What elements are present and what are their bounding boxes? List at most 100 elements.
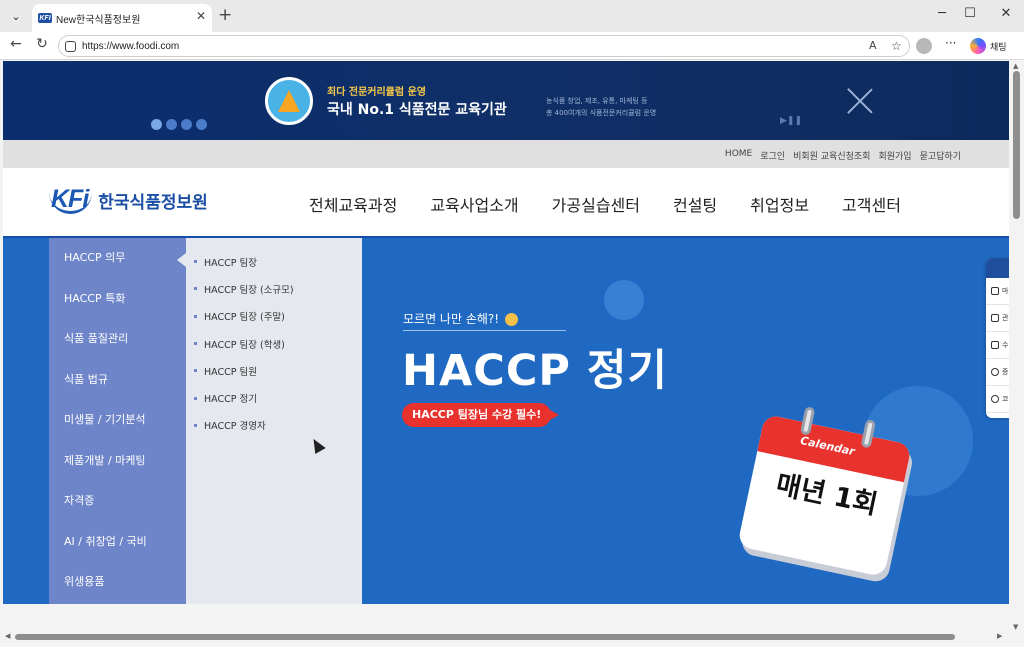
submenu-label: HACCP 팀장 — [204, 257, 257, 269]
decor-circle — [604, 280, 644, 320]
gnb-consulting[interactable]: 컨설팅 — [673, 192, 717, 216]
quick-item[interactable]: 증 — [986, 359, 1009, 386]
submenu-item[interactable]: HACCP 팀장 (학생) — [186, 330, 362, 357]
tab-close-icon[interactable]: ✕ — [196, 9, 206, 23]
quick-item[interactable]: 관 — [986, 305, 1009, 332]
lnb-item-certificate[interactable]: 자격증 — [49, 481, 186, 522]
refresh-icon[interactable]: ↻ — [32, 36, 52, 52]
site-favicon-icon: KFI — [38, 13, 52, 23]
lnb-item-product-dev[interactable]: 제품개발 / 마케팅 — [49, 441, 186, 482]
submenu-label: HACCP 팀장 (소규모) — [204, 284, 294, 296]
lnb-item-microbe[interactable]: 미생물 / 기기분석 — [49, 400, 186, 441]
url-text[interactable]: https://www.foodi.com — [82, 41, 179, 52]
lnb-item-haccp-mandatory[interactable]: HACCP 의무 — [49, 238, 186, 279]
vertical-scroll-thumb[interactable] — [1013, 71, 1020, 219]
quick-item[interactable]: 수 — [986, 332, 1009, 359]
submenu-item[interactable]: HACCP 팀장 (주말) — [186, 303, 362, 330]
hero-section: HACCP 의무 HACCP 특화 식품 품질관리 식품 법규 미생물 / 기기… — [3, 238, 1009, 604]
banner-badge-icon — [265, 77, 313, 125]
gnb-jobs[interactable]: 취업정보 — [750, 192, 809, 216]
address-bar[interactable]: https://www.foodi.com A ☆ — [58, 35, 910, 57]
horizontal-scrollbar[interactable]: ◀ ▶ — [3, 630, 1009, 644]
quick-item[interactable]: 코 — [986, 386, 1009, 413]
tab-list-chevron-icon[interactable]: ⌄ — [5, 5, 27, 27]
hero-subtitle: 모르면 나만 손해?! — [403, 310, 567, 331]
gnb-processing-center[interactable]: 가공실습센터 — [552, 192, 640, 216]
read-aloud-icon[interactable]: A — [869, 39, 877, 52]
utility-links: HOME 로그인 비회원 교육신청조회 회원가입 묻고답하기 — [725, 149, 961, 162]
lnb-item-hygiene[interactable]: 위생용품 — [49, 562, 186, 603]
trophy-icon — [278, 90, 300, 112]
copilot-chat-button[interactable]: 채팅 — [970, 38, 1007, 54]
util-link-home[interactable]: HOME — [725, 149, 752, 162]
vertical-scrollbar[interactable]: ▲ ▼ — [1010, 61, 1024, 634]
browser-tab-bar: ⌄ KFI New한국식품정보원 ✕ + ─ ☐ ✕ — [0, 0, 1024, 32]
banner-close-icon[interactable] — [847, 87, 873, 113]
banner-dot[interactable] — [151, 119, 162, 130]
submenu-label: HACCP 팀장 (주말) — [204, 312, 285, 324]
gnb-all-courses[interactable]: 전체교육과정 — [309, 192, 397, 216]
scroll-right-arrow-icon[interactable]: ▶ — [997, 632, 1002, 640]
site-logo[interactable]: KFi 한국식품정보원 — [49, 187, 208, 214]
submenu-label: HACCP 팀장 (학생) — [204, 339, 285, 351]
minimize-icon[interactable]: ─ — [932, 6, 952, 21]
address-toolbar: ← ↻ https://www.foodi.com A ☆ ··· 채팅 — [0, 32, 1024, 60]
submenu-item[interactable]: HACCP 정기 — [186, 384, 362, 411]
gnb-customer-center[interactable]: 고객센터 — [842, 192, 901, 216]
coin-icon — [991, 395, 999, 403]
bullet-icon — [194, 396, 197, 400]
horizontal-scroll-thumb[interactable] — [15, 634, 955, 640]
profile-avatar-icon[interactable] — [916, 38, 932, 54]
util-link-login[interactable]: 로그인 — [760, 149, 785, 162]
calendar-illustration: Calendar 매년 1회 — [736, 406, 912, 582]
hero-pill-badge[interactable]: HACCP 팀장님 수강 필수! — [402, 403, 560, 427]
lnb-item-haccp-special[interactable]: HACCP 특화 — [49, 279, 186, 320]
submenu-item[interactable]: HACCP 팀장 — [186, 248, 362, 275]
scroll-up-arrow-icon[interactable]: ▲ — [1013, 62, 1018, 70]
util-link-guest-lookup[interactable]: 비회원 교육신청조회 — [793, 149, 870, 162]
submenu-item[interactable]: HACCP 팀원 — [186, 357, 362, 384]
quick-menu-panel: 마 관 수 증 코 — [986, 258, 1009, 418]
hero-subtitle-text: 모르면 나만 손해?! — [403, 312, 500, 326]
scroll-down-arrow-icon[interactable]: ▼ — [1013, 623, 1018, 631]
quick-label: 증 — [1002, 368, 1009, 376]
monitor-icon — [991, 314, 999, 322]
more-menu-icon[interactable]: ··· — [945, 36, 956, 50]
lnb-item-law[interactable]: 식품 법규 — [49, 360, 186, 401]
top-promo-banner[interactable]: 최다 전문커리큘럼 운영 국내 No.1 식품전문 교육기관 농식품 창업, 제… — [3, 61, 1009, 140]
document-icon — [991, 341, 999, 349]
lnb-item-ai-startup[interactable]: AI / 취창업 / 국비 — [49, 522, 186, 563]
scroll-left-arrow-icon[interactable]: ◀ — [5, 632, 10, 640]
quick-label: 코 — [1002, 395, 1009, 403]
banner-subtitle: 최다 전문커리큘럼 운영 — [327, 87, 426, 98]
banner-dot[interactable] — [196, 119, 207, 130]
banner-dot[interactable] — [166, 119, 177, 130]
page-viewport: 최다 전문커리큘럼 운영 국내 No.1 식품전문 교육기관 농식품 창업, 제… — [3, 61, 1009, 604]
banner-pagination — [151, 119, 207, 130]
util-link-signup[interactable]: 회원가입 — [878, 149, 911, 162]
banner-desc-line-1: 농식품 창업, 제조, 유통, 마케팅 등 — [546, 97, 648, 105]
category-menu: HACCP 의무 HACCP 특화 식품 품질관리 식품 법규 미생물 / 기기… — [49, 238, 186, 604]
window-close-icon[interactable]: ✕ — [996, 6, 1016, 21]
lnb-item-quality[interactable]: 식품 품질관리 — [49, 319, 186, 360]
banner-play-pause-icon[interactable]: ▶❚❚ — [780, 116, 802, 126]
back-arrow-icon[interactable]: ← — [6, 36, 26, 52]
submenu-item[interactable]: HACCP 팀장 (소규모) — [186, 275, 362, 302]
site-info-lock-icon[interactable] — [65, 40, 76, 52]
browser-tab[interactable]: KFI New한국식품정보원 ✕ — [32, 4, 212, 32]
gnb-business-intro[interactable]: 교육사업소개 — [430, 192, 518, 216]
banner-description: 농식품 창업, 제조, 유통, 마케팅 등 총 400여개의 식품전문커리큘럼 … — [546, 95, 656, 119]
quick-item[interactable]: 마 — [986, 278, 1009, 305]
maximize-icon[interactable]: ☐ — [960, 6, 980, 21]
util-link-qna[interactable]: 묻고답하기 — [920, 149, 961, 162]
submenu-item[interactable]: HACCP 경영자 — [186, 412, 362, 439]
new-tab-plus-icon[interactable]: + — [218, 5, 232, 25]
hero-title[interactable]: HACCP 정기 — [402, 336, 668, 398]
bullet-icon — [194, 314, 197, 318]
favorite-star-icon[interactable]: ☆ — [891, 39, 902, 53]
active-menu-pointer — [177, 253, 186, 267]
user-icon — [991, 287, 999, 295]
banner-dot[interactable] — [181, 119, 192, 130]
logo-text: 한국식품정보원 — [98, 193, 208, 213]
banner-title: 국내 No.1 식품전문 교육기관 — [327, 102, 507, 118]
